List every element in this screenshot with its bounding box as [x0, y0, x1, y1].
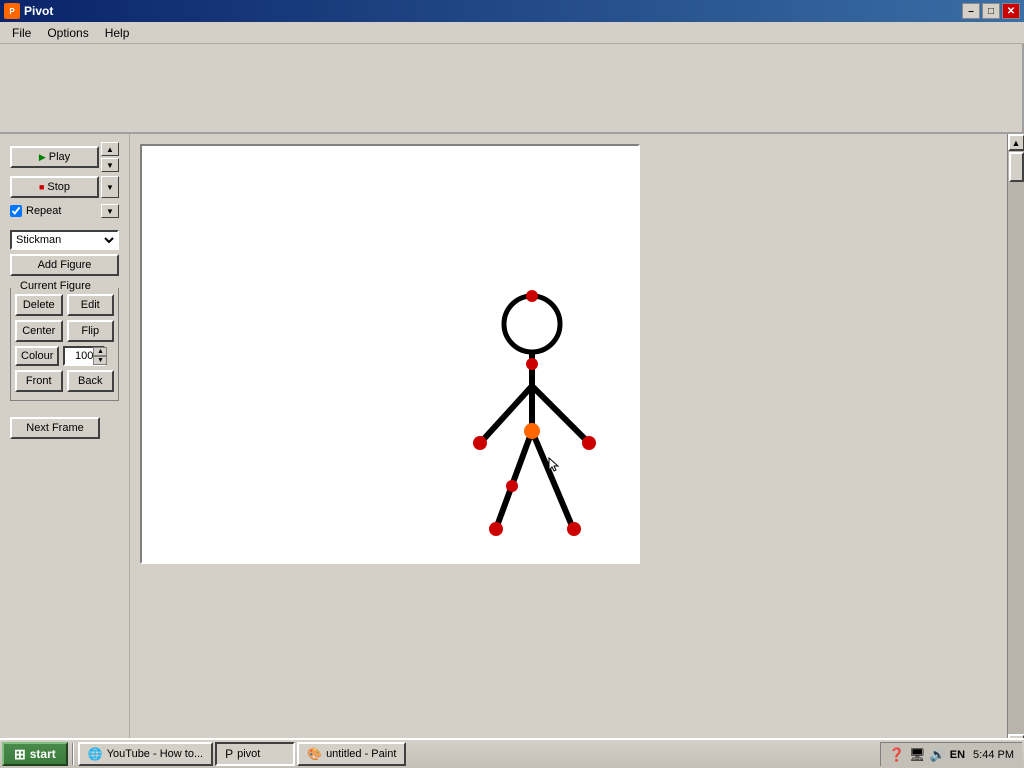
front-back-row: Front Back	[15, 370, 114, 392]
menu-file[interactable]: File	[4, 24, 39, 42]
figure-dropdown[interactable]: Stickman	[10, 230, 119, 250]
flip-button[interactable]: Flip	[67, 320, 115, 342]
network-icon: 🖥	[909, 747, 926, 763]
canvas-area	[130, 134, 1007, 751]
ie-icon: 🌐	[88, 747, 103, 761]
center-button[interactable]: Center	[15, 320, 63, 342]
pivot-icon: P	[225, 747, 233, 761]
colour-spin-down[interactable]: ▼	[93, 356, 107, 365]
question-icon: ❓	[889, 747, 905, 763]
scroll-up-button[interactable]: ▲	[1008, 134, 1024, 151]
menu-help[interactable]: Help	[97, 24, 138, 42]
play-icon: ▶	[39, 152, 46, 163]
title-text: Pivot	[24, 4, 53, 18]
center-and-right: ▲ ▼ ◄ ►	[130, 134, 1024, 768]
taskbar-youtube[interactable]: 🌐 YouTube - How to...	[78, 742, 213, 766]
delete-edit-row: Delete Edit	[15, 294, 114, 316]
windows-logo: ⊞	[14, 746, 26, 763]
application-window: P Pivot – □ ✕ File Options Help ▶ Play	[0, 0, 1024, 768]
colour-number[interactable]	[65, 350, 93, 362]
timeline-panel	[0, 44, 1024, 134]
paint-label: untitled - Paint	[326, 748, 396, 760]
lang-icon: EN	[950, 749, 965, 761]
play-button[interactable]: ▶ Play	[10, 146, 99, 168]
play-scroll: ▲ ▼	[101, 142, 119, 172]
colour-button[interactable]: Colour	[15, 346, 59, 366]
stop-button[interactable]: ■ Stop	[10, 176, 99, 198]
paint-icon: 🎨	[307, 747, 322, 761]
clock: 5:44 PM	[973, 749, 1014, 761]
title-bar: P Pivot – □ ✕	[0, 0, 1024, 22]
menu-bar: File Options Help	[0, 22, 1024, 44]
taskbar-tray: ❓ 🖥 🔊 EN 5:44 PM	[880, 742, 1022, 766]
stickman-svg	[142, 146, 640, 564]
center-flip-row: Center Flip	[15, 320, 114, 342]
edit-button[interactable]: Edit	[67, 294, 115, 316]
youtube-label: YouTube - How to...	[107, 748, 203, 760]
repeat-scroll[interactable]: ▼	[101, 204, 119, 218]
menu-options[interactable]: Options	[39, 24, 96, 42]
content-area: ▶ Play ▲ ▼ ■ Stop ▼	[0, 134, 1024, 768]
colour-row: Colour ▲ ▼	[15, 346, 114, 366]
stop-icon: ■	[39, 182, 44, 192]
delete-button[interactable]: Delete	[15, 294, 63, 316]
scrollbar-thumb[interactable]	[1009, 152, 1024, 182]
volume-icon: 🔊	[930, 747, 946, 763]
cursor	[547, 456, 559, 472]
title-controls: – □ ✕	[962, 3, 1020, 19]
repeat-row: Repeat ▼	[10, 204, 119, 218]
next-frame-button[interactable]: Next Frame	[10, 417, 100, 439]
repeat-label: Repeat	[26, 205, 61, 217]
figure-select-row: Stickman	[10, 230, 119, 250]
title-bar-left: P Pivot	[4, 3, 53, 19]
window-body: ▶ Play ▲ ▼ ■ Stop ▼	[0, 44, 1024, 768]
front-button[interactable]: Front	[15, 370, 63, 392]
start-label: start	[30, 747, 56, 761]
current-figure-label: Current Figure	[17, 280, 94, 292]
stop-row: ■ Stop ▼	[10, 176, 119, 198]
drawing-canvas[interactable]	[140, 144, 640, 564]
colour-spinners: ▲ ▼	[93, 347, 107, 365]
canvas-and-scrollbar: ▲ ▼	[130, 134, 1024, 751]
add-figure-button[interactable]: Add Figure	[10, 254, 119, 276]
scroll-up-btn[interactable]: ▲	[101, 142, 119, 156]
taskbar: ⊞ start 🌐 YouTube - How to... P pivot 🎨 …	[0, 738, 1024, 768]
repeat-checkbox[interactable]	[10, 205, 22, 217]
back-button[interactable]: Back	[67, 370, 115, 392]
app-icon: P	[4, 3, 20, 19]
stop-scroll[interactable]: ▼	[101, 176, 119, 198]
pivot-label: pivot	[237, 748, 260, 760]
start-button[interactable]: ⊞ start	[2, 742, 68, 766]
cursor-svg	[547, 456, 559, 472]
play-stop-row: ▶ Play ▲ ▼	[10, 142, 119, 172]
maximize-button[interactable]: □	[982, 3, 1000, 19]
colour-spin-up[interactable]: ▲	[93, 347, 107, 356]
taskbar-separator	[72, 743, 74, 765]
scrollbar-track[interactable]	[1008, 151, 1024, 734]
colour-value-input[interactable]: ▲ ▼	[63, 346, 105, 366]
current-figure-group: Current Figure Delete Edit Center	[10, 288, 119, 401]
taskbar-paint[interactable]: 🎨 untitled - Paint	[297, 742, 406, 766]
right-scrollbar: ▲ ▼	[1007, 134, 1024, 751]
taskbar-pivot[interactable]: P pivot	[215, 742, 295, 766]
minimize-button[interactable]: –	[962, 3, 980, 19]
scroll-down-btn[interactable]: ▼	[101, 158, 119, 172]
close-button[interactable]: ✕	[1002, 3, 1020, 19]
left-panel: ▶ Play ▲ ▼ ■ Stop ▼	[0, 134, 130, 768]
